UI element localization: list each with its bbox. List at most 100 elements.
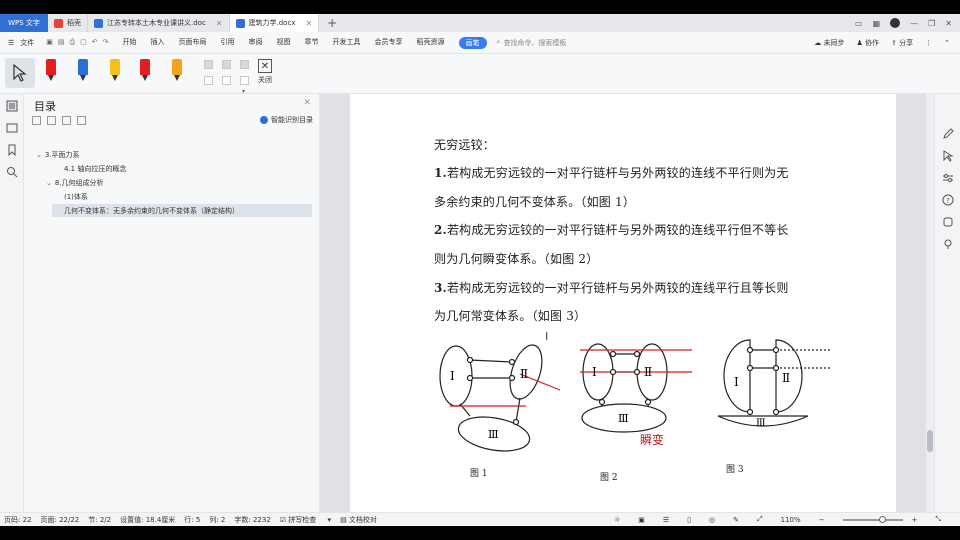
zoom-in-icon[interactable]: + [912, 516, 918, 524]
thumbnail-icon[interactable] [6, 122, 18, 134]
tab-label: 稻壳 [67, 19, 81, 27]
pen-tool[interactable] [78, 59, 88, 83]
collab-button[interactable]: ♟ 协作 [857, 38, 880, 48]
menu-item[interactable]: 页面布局 [179, 37, 207, 49]
undo-icon[interactable]: ↶ [92, 38, 98, 47]
preview-icon[interactable]: ▢ [80, 38, 87, 47]
scrollbar-thumb[interactable] [927, 430, 933, 452]
file-menu[interactable]: 文件 [20, 38, 34, 48]
save-icon[interactable]: ▣ [46, 38, 53, 47]
sync-status[interactable]: ☁ 未同步 [814, 38, 844, 48]
color-swatch[interactable] [204, 60, 213, 69]
zoom-level[interactable]: 110% [781, 516, 801, 524]
collapse-ribbon-icon[interactable]: ⌃ [944, 39, 950, 47]
color-swatch[interactable] [240, 60, 249, 69]
tab-jianzhu-lixue[interactable]: 建筑力学.docx ✕ [229, 14, 320, 32]
menu-item[interactable]: 开始 [123, 37, 137, 49]
minimize-icon[interactable]: — [910, 19, 918, 28]
color-swatch[interactable] [222, 76, 231, 85]
web-view-icon[interactable]: ◎ [709, 516, 715, 524]
collapse-all-icon[interactable] [47, 116, 56, 125]
svg-text:?: ? [946, 197, 950, 205]
fullscreen-icon[interactable]: ⤡ [935, 515, 941, 524]
print-icon[interactable]: ⎙ [70, 38, 76, 47]
hamburger-icon[interactable]: ☰ [8, 39, 14, 47]
menu-item[interactable]: 开发工具 [333, 37, 361, 49]
toc-item-selected[interactable]: 几何不变体系：无多余约束的几何不变体系（静定结构） [52, 204, 312, 217]
avatar[interactable] [890, 18, 901, 28]
expand-all-icon[interactable] [32, 116, 41, 125]
zoom-out-icon[interactable]: − [819, 516, 825, 524]
pen-tool[interactable] [172, 59, 182, 83]
help-icon[interactable]: ? [942, 194, 954, 206]
redo-icon[interactable]: ↷ [103, 38, 109, 47]
edit-pen-icon[interactable] [942, 128, 954, 140]
hinge [746, 364, 754, 372]
menu-item[interactable]: 稻壳资源 [417, 37, 445, 49]
smart-toc-button[interactable]: 智能识别目录 [260, 115, 313, 125]
level-up-icon[interactable] [62, 116, 71, 125]
menu-item[interactable]: 插入 [151, 37, 165, 49]
close-ink-button[interactable]: ✕ 关闭 [258, 59, 272, 85]
toc-item[interactable]: ⌄ 3.平面力系 [36, 150, 80, 160]
vertical-scrollbar[interactable] [926, 94, 934, 512]
toc-item[interactable]: 4.1 轴向拉压的概念 [64, 164, 126, 174]
more-icon[interactable]: ⋮ [925, 39, 932, 47]
page-view-icon[interactable]: ▣ [638, 516, 645, 524]
restore-icon[interactable]: ❐ [928, 19, 935, 28]
search-icon[interactable] [6, 166, 18, 178]
color-swatch[interactable] [240, 76, 249, 85]
toc-item[interactable]: ⌄ 8.几何组成分析 [46, 178, 104, 188]
menu-item[interactable]: 引用 [221, 37, 235, 49]
color-swatch[interactable] [222, 60, 231, 69]
word-count[interactable]: 字数: 2232 [234, 515, 270, 525]
close-window-icon[interactable]: ✕ [945, 19, 952, 28]
fit-icon[interactable]: ⤢ [757, 515, 763, 524]
page-number: 页码: 22 [4, 515, 32, 524]
pen-tip [174, 75, 180, 81]
backup-icon[interactable] [942, 216, 954, 228]
pen-tool[interactable] [110, 59, 120, 83]
menu-item[interactable]: 画笔 [458, 36, 487, 49]
export-icon[interactable]: ▤ [58, 38, 65, 47]
close-icon[interactable]: ✕ [303, 98, 311, 108]
color-swatch[interactable] [204, 76, 213, 85]
zoom-slider[interactable] [842, 515, 903, 523]
close-icon[interactable]: ✕ [216, 19, 223, 28]
toc-panel: 目录 ✕ 智能识别目录 ⌄ 3.平面力系 4.1 轴向拉压的概念 ⌄ 8.几何组成分… [24, 94, 320, 512]
write-view-icon[interactable]: ✎ [733, 516, 739, 524]
select-arrow-icon[interactable] [942, 150, 954, 162]
adjust-icon[interactable] [942, 172, 954, 184]
paragraph-text: 若构成无穷远铰的一对平行链杆与另外两铰的连线不平行则为无 [446, 166, 789, 180]
bookmark-icon[interactable] [6, 144, 18, 156]
select-pointer-button[interactable] [5, 58, 35, 88]
toc-icon[interactable] [6, 100, 18, 112]
tab-daoke[interactable]: 稻壳 [48, 14, 88, 32]
menu-item[interactable]: 章节 [305, 37, 319, 49]
read-view-icon[interactable]: ▯ [687, 516, 691, 524]
app-badge[interactable]: WPS 文字 [0, 14, 48, 32]
tab-jiangsu-doc[interactable]: 江苏专转本土木专业课讲义.doc ✕ [88, 14, 230, 32]
page-count[interactable]: 页面: 22/22 [41, 515, 80, 525]
pen-tool[interactable] [140, 59, 150, 83]
document-page[interactable]: 无穷远铰： 1.若构成无穷远铰的一对平行链杆与另外两铰的连线不平行则为无 多余约… [350, 94, 896, 512]
spell-check[interactable]: ☑ 拼写检查 ▾ [280, 515, 331, 525]
hinge [466, 356, 474, 364]
location-icon[interactable] [942, 238, 954, 250]
eye-protect-icon[interactable]: ☼ [614, 516, 620, 524]
layout-icon[interactable]: ▭ [855, 19, 863, 28]
grid-icon[interactable]: ▦ [873, 19, 881, 28]
menu-item[interactable]: 审阅 [249, 37, 263, 49]
zoom-knob[interactable] [878, 515, 886, 523]
new-tab-button[interactable]: + [319, 16, 345, 30]
share-button[interactable]: ⇪ 分享 [891, 38, 913, 48]
level-down-icon[interactable] [77, 116, 86, 125]
menu-item[interactable]: 会员专享 [375, 37, 403, 49]
toc-item[interactable]: (1)体系 [64, 192, 88, 202]
close-icon[interactable]: ✕ [305, 19, 312, 28]
command-search[interactable]: ⌕ 查找命令、搜索模板 [497, 38, 567, 48]
menu-item[interactable]: 视图 [277, 37, 291, 49]
pen-tool[interactable] [46, 59, 56, 83]
proofread[interactable]: ▤ 文档校对 [340, 515, 386, 525]
outline-view-icon[interactable]: ☰ [663, 516, 669, 524]
